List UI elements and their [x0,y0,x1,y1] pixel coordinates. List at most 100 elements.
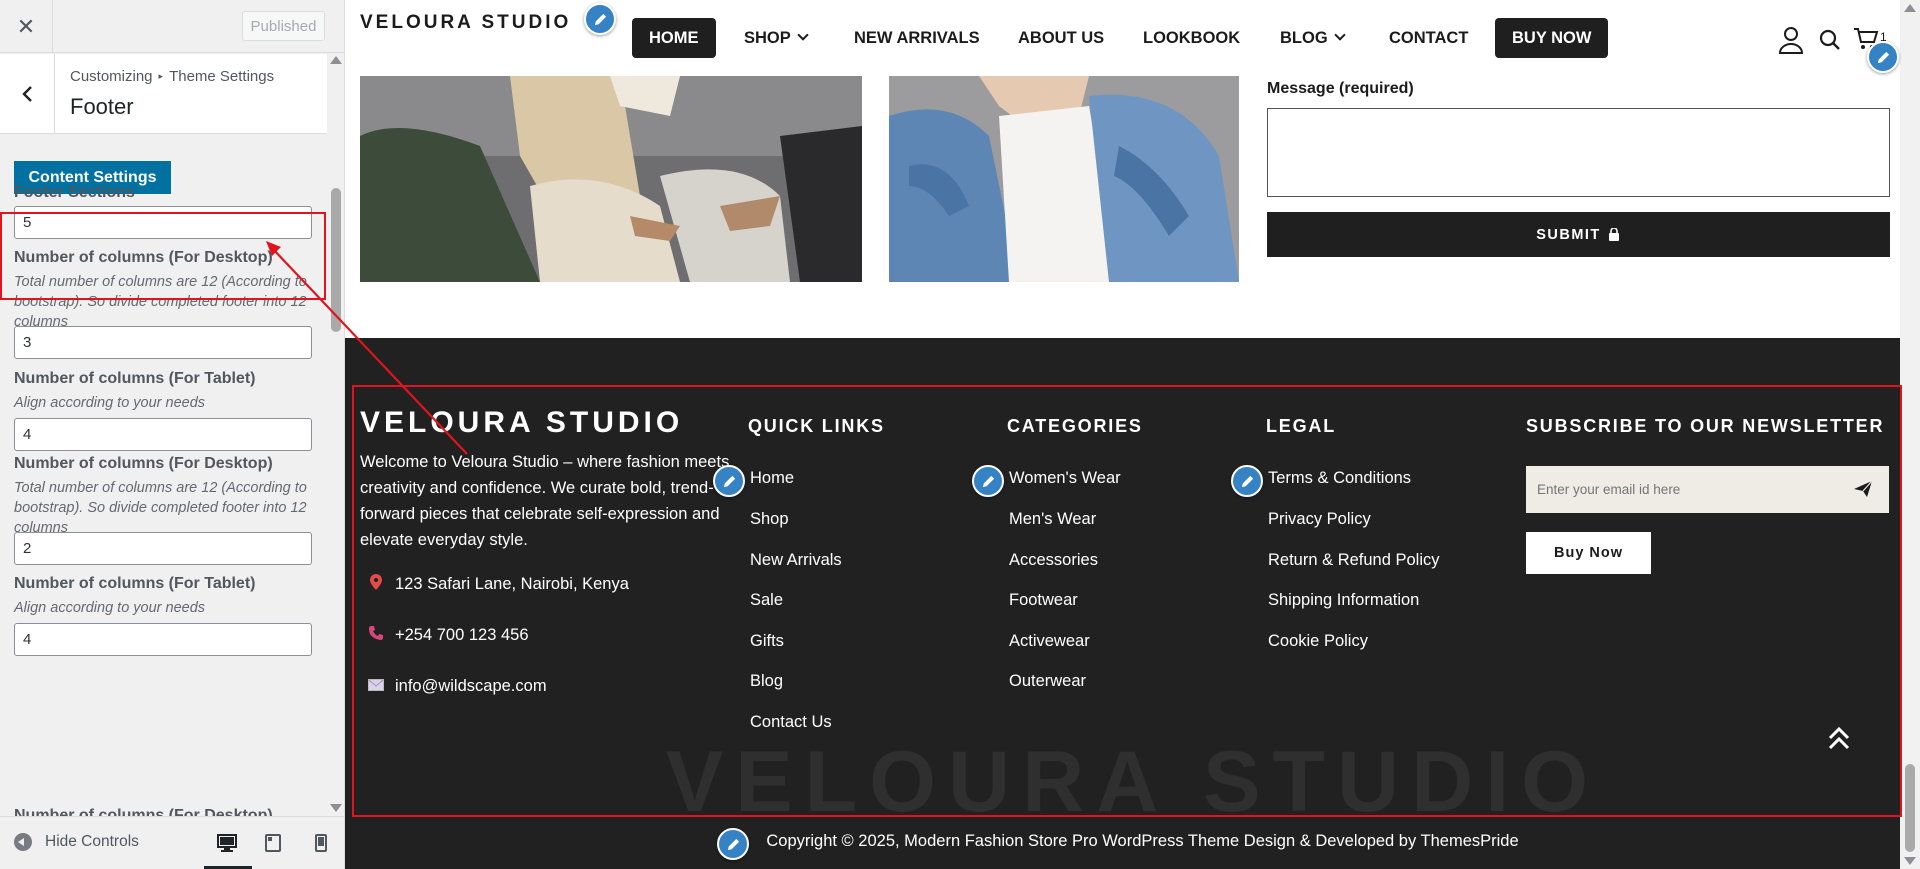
newsletter-buy-now-button[interactable]: Buy Now [1526,532,1651,574]
columns-desktop-input[interactable] [14,326,312,359]
user-icon[interactable] [1778,26,1804,54]
edit-pencil-icon[interactable] [972,465,1004,497]
phone-text: +254 700 123 456 [395,626,529,644]
buy-now-button[interactable]: BUY NOW [1495,18,1609,58]
submit-label: SUBMIT [1536,226,1601,243]
scroll-up-icon[interactable] [330,56,342,64]
footer-link[interactable]: Terms & Conditions [1268,469,1411,488]
nav-item-blog[interactable]: BLOG [1280,18,1346,58]
footer-link[interactable]: Women's Wear [1009,469,1121,488]
customizer-footer: Hide Controls [0,816,344,869]
footer-link[interactable]: Sale [750,591,783,610]
hide-controls-label: Hide Controls [45,833,139,850]
close-icon[interactable]: ✕ [0,0,53,53]
edit-pencil-icon[interactable] [1867,41,1899,73]
sidebar-scrollbar[interactable] [327,54,344,816]
edit-pencil-icon[interactable] [1231,465,1263,497]
edit-pencil-icon[interactable] [584,3,616,35]
footer-link[interactable]: Privacy Policy [1268,510,1371,529]
address-text: 123 Safari Lane, Nairobi, Kenya [395,575,629,593]
chevron-down-icon [1334,29,1346,41]
search-icon[interactable] [1819,29,1841,51]
field-description: Align according to your needs [14,395,206,411]
tablet-preview-button[interactable] [258,829,288,857]
nav-label: SHOP [744,28,791,47]
nav-item-home[interactable]: HOME [632,18,716,58]
footer-link[interactable]: Men's Wear [1009,510,1096,529]
scrollbar-thumb[interactable] [331,188,341,332]
shopping-bag-icon [1608,227,1619,241]
nav-item-new-arrivals[interactable]: NEW ARRIVALS [854,18,980,58]
footer-link[interactable]: Outerwear [1009,672,1086,691]
field-label: Number of columns (For Desktop) [14,807,273,816]
scroll-down-icon[interactable] [1904,857,1916,865]
newsletter-heading: SUBSCRIBE TO OUR NEWSLETTER [1526,416,1885,436]
footer-link[interactable]: Activewear [1009,632,1090,651]
legal-heading: LEGAL [1266,416,1336,436]
footer-link[interactable]: Gifts [750,632,784,651]
nav-label: ABOUT US [1018,28,1105,47]
field-label: Number of columns (For Tablet) [14,575,256,592]
footer-link[interactable]: New Arrivals [750,551,842,570]
chevron-down-icon [797,29,809,41]
hide-controls-button[interactable]: Hide Controls [14,833,139,851]
preview-scrollbar[interactable] [1900,0,1920,869]
edit-pencil-icon[interactable] [713,465,745,497]
section-title: Footer [70,94,134,119]
collapse-icon [14,833,32,851]
nav-item-shop[interactable]: SHOP [744,18,809,58]
footer-address: 123 Safari Lane, Nairobi, Kenya [367,574,629,595]
footer-link[interactable]: Contact Us [750,713,832,732]
denim-photo [889,76,1239,282]
footer-link[interactable]: Accessories [1009,551,1098,570]
field-label: Number of columns (For Desktop) [14,249,273,266]
copyright-text: Copyright © 2025, Modern Fashion Store P… [766,832,1519,850]
scroll-down-icon[interactable] [330,804,342,812]
desktop-preview-button[interactable] [204,829,252,869]
footer-sections-input[interactable] [14,206,312,239]
columns-tablet-input[interactable] [14,418,312,451]
mobile-preview-button[interactable] [306,829,336,857]
site-footer: VELOURA STUDIO VELOURA STUDIO Welcome to… [345,338,1900,869]
location-pin-icon [367,574,385,595]
fashion-photo-group [360,76,862,282]
double-chevron-up-icon[interactable] [1827,725,1851,751]
footer-phone[interactable]: +254 700 123 456 [367,625,529,646]
message-textarea[interactable] [1267,108,1890,197]
footer-link[interactable]: Home [750,469,794,488]
field-label: Number of columns (For Tablet) [14,370,256,387]
nav-item-contact[interactable]: CONTACT [1389,18,1468,58]
footer-link[interactable]: Cookie Policy [1268,632,1368,651]
columns-desktop-input[interactable] [14,532,312,565]
footer-logo[interactable]: VELOURA STUDIO [360,406,683,440]
submit-button[interactable]: SUBMIT [1267,212,1890,257]
footer-link[interactable]: Shop [750,510,789,529]
nav-item-lookbook[interactable]: LOOKBOOK [1143,18,1240,58]
footer-link[interactable]: Return & Refund Policy [1268,551,1440,570]
breadcrumb: Customizing ▸ Theme Settings [70,68,274,85]
field-description: Total number of columns are 12 (Accordin… [14,480,307,536]
scroll-up-icon[interactable] [1904,4,1916,12]
footer-link[interactable]: Blog [750,672,783,691]
field-description: Total number of columns are 12 (Accordin… [14,274,307,330]
footer-email[interactable]: info@wildscape.com [367,677,547,696]
send-icon[interactable] [1853,480,1873,498]
newsletter-email-input[interactable] [1526,466,1889,513]
footer-link[interactable]: Shipping Information [1268,591,1419,610]
edit-pencil-icon[interactable] [717,828,749,860]
site-logo[interactable]: VELOURA STUDIO [360,12,571,34]
site-preview: Message (required) SUBMIT VELOURA STUDIO… [345,0,1920,869]
nav-item-about-us[interactable]: ABOUT US [1018,18,1104,58]
footer-about-text: Welcome to Veloura Studio – where fashio… [360,453,730,549]
breadcrumb-separator-icon: ▸ [158,71,164,81]
nav-label: HOME [649,28,699,47]
quick-links-heading: QUICK LINKS [748,416,885,436]
denim-jacket-image [889,76,1239,282]
customizer-sidebar: ✕ Published Customizing ▸ Theme Settings F… [0,0,345,869]
nav-label: NEW ARRIVALS [854,28,980,47]
columns-tablet-input[interactable] [14,623,312,656]
scrollbar-thumb[interactable] [1905,764,1915,852]
back-button[interactable] [0,54,55,134]
footer-link[interactable]: Footwear [1009,591,1078,610]
published-button[interactable]: Published [242,11,325,41]
